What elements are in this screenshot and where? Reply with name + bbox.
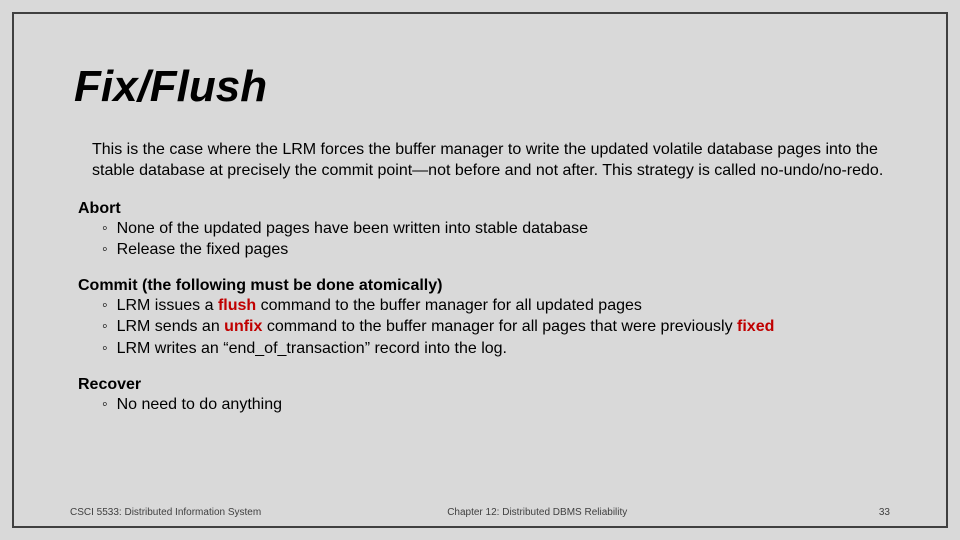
- commit-bullet-2: LRM sends an unfix command to the buffer…: [78, 316, 886, 338]
- slide-frame: Fix/Flush This is the case where the LRM…: [12, 12, 948, 528]
- footer-left: CSCI 5533: Distributed Information Syste…: [70, 507, 447, 518]
- footer: CSCI 5533: Distributed Information Syste…: [70, 507, 890, 518]
- commit-bullet-3: LRM writes an “end_of_transaction” recor…: [78, 338, 886, 360]
- section-abort: Abort None of the updated pages have bee…: [78, 200, 886, 261]
- keyword-unfix: unfix: [224, 318, 262, 335]
- intro-paragraph: This is the case where the LRM forces th…: [78, 140, 886, 182]
- footer-mid: Chapter 12: Distributed DBMS Reliability: [447, 507, 824, 518]
- commit-bullet-1: LRM issues a flush command to the buffer…: [78, 295, 886, 317]
- slide-title: Fix/Flush: [74, 62, 886, 112]
- footer-page-number: 33: [824, 507, 890, 518]
- keyword-fixed: fixed: [737, 318, 774, 335]
- section-recover: Recover No need to do anything: [78, 376, 886, 416]
- section-commit: Commit (the following must be done atomi…: [78, 277, 886, 360]
- recover-bullet-1: No need to do anything: [78, 394, 886, 416]
- keyword-flush: flush: [218, 297, 256, 314]
- commit-heading: Commit (the following must be done atomi…: [78, 277, 886, 295]
- abort-heading: Abort: [78, 200, 886, 218]
- abort-bullet-2: Release the fixed pages: [78, 239, 886, 261]
- abort-bullet-1: None of the updated pages have been writ…: [78, 218, 886, 240]
- recover-heading: Recover: [78, 376, 886, 394]
